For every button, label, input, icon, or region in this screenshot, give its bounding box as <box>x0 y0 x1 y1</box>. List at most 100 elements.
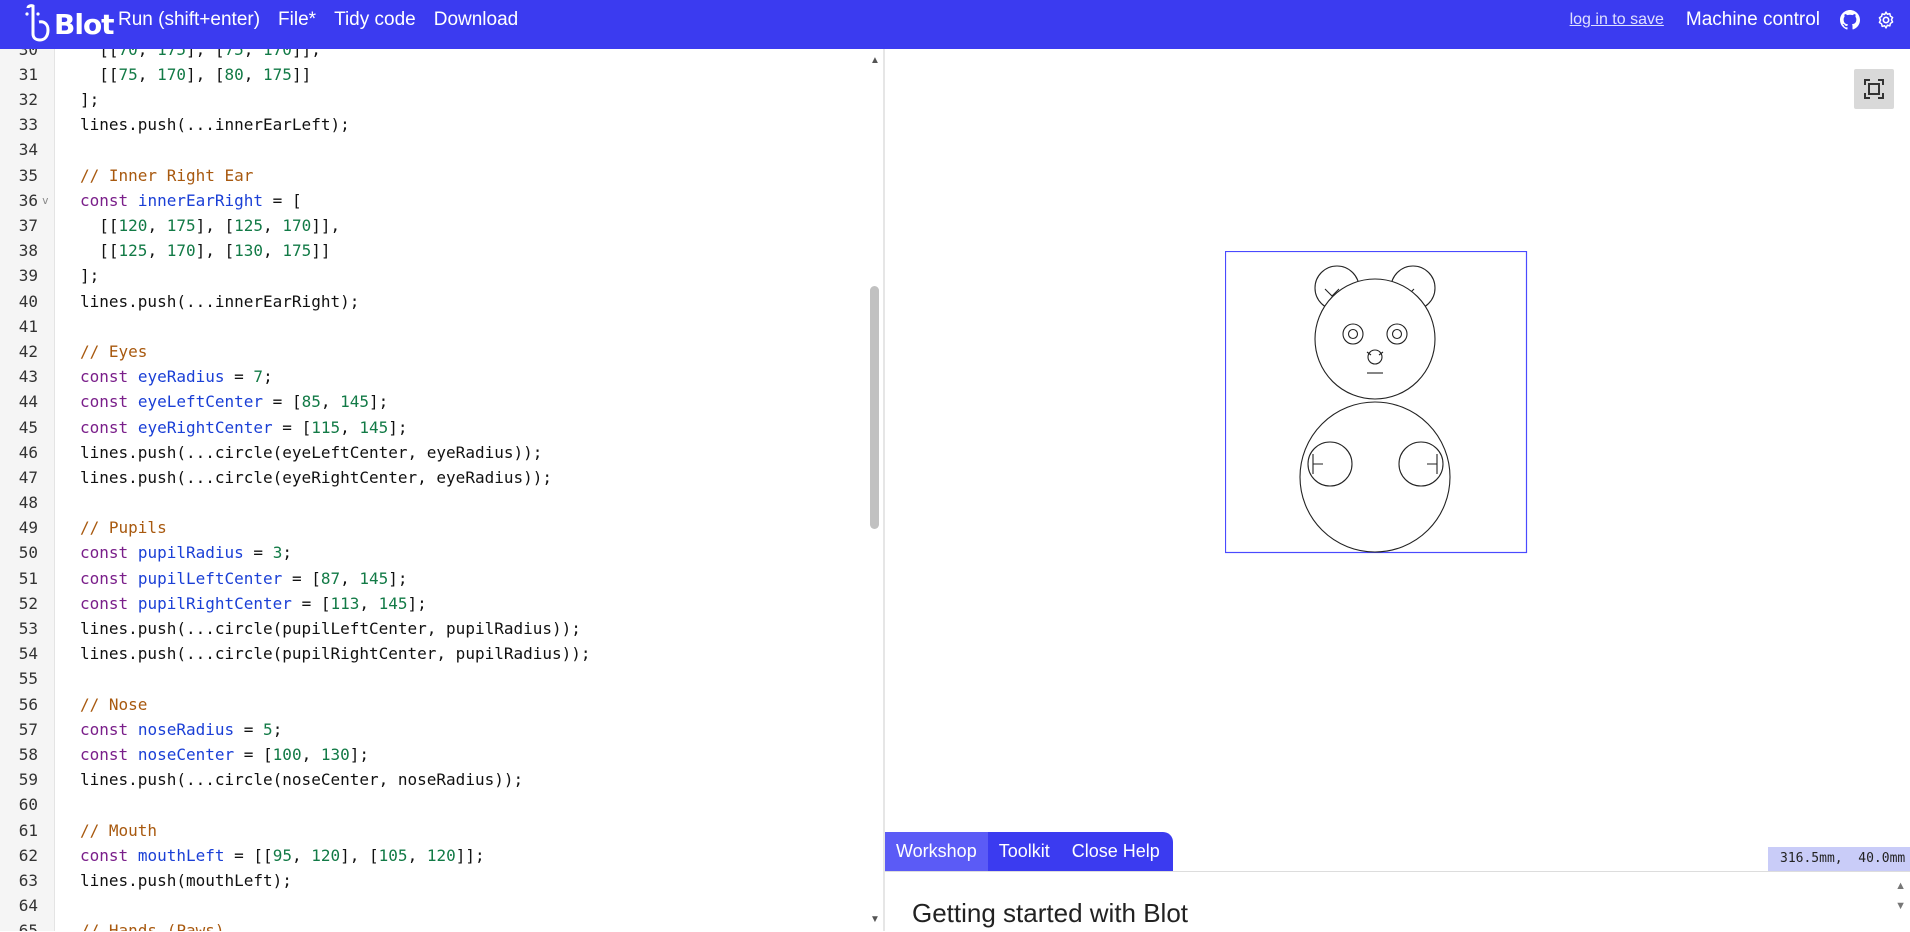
right-menu: log in to save Machine control <box>1570 0 1910 40</box>
line-number: 39 <box>18 266 38 286</box>
line-number: 46 <box>18 442 38 462</box>
code-line[interactable]: 40 lines.push(...innerEarRight); <box>0 288 866 313</box>
code-line[interactable]: 53 lines.push(...circle(pupilLeftCenter, … <box>0 616 866 641</box>
code-line[interactable]: 39]; <box>0 263 866 288</box>
line-number: 37 <box>18 216 38 236</box>
fold-chevron-icon[interactable]: v <box>42 194 49 207</box>
main-menu: Run (shift+enter) File* Tidy code Downlo… <box>118 0 536 40</box>
fullscreen-icon[interactable] <box>1854 69 1894 109</box>
cursor-coordinates: 316.5mm, 40.0mm <box>1768 847 1910 871</box>
github-icon[interactable] <box>1838 8 1862 32</box>
code-line[interactable]: 63 lines.push(mouthLeft); <box>0 868 866 893</box>
code-line[interactable]: 62 const mouthLeft = [[95, 120], [105, 12… <box>0 843 866 868</box>
logo-text: Blot <box>54 7 115 41</box>
code-line[interactable]: 32]; <box>0 87 866 112</box>
tab-toolkit[interactable]: Toolkit <box>988 832 1061 871</box>
code-line[interactable]: 33 lines.push(...innerEarLeft); <box>0 112 866 137</box>
code-line[interactable]: 43 const eyeRadius = 7; <box>0 364 866 389</box>
code-line[interactable]: 42 // Eyes <box>0 339 866 364</box>
code-line[interactable]: 30 [[70, 175], [75, 170]], <box>0 49 866 62</box>
code-text: const eyeRadius = 7; <box>80 367 273 387</box>
line-number: 38 <box>18 241 38 261</box>
code-line[interactable]: 44 const eyeLeftCenter = [85, 145]; <box>0 389 866 414</box>
code-text: lines.push(mouthLeft); <box>80 870 292 890</box>
file-menu[interactable]: File* <box>278 9 316 31</box>
download-button[interactable]: Download <box>434 9 519 31</box>
blot-logo[interactable]: Blot <box>22 2 115 46</box>
scroll-down-arrow-icon[interactable]: ▼ <box>870 914 880 925</box>
help-tabs: Workshop Toolkit Close Help <box>885 832 1173 871</box>
code-line[interactable]: 64 <box>0 893 866 918</box>
code-line[interactable]: 54 lines.push(...circle(pupilRightCenter,… <box>0 641 866 666</box>
line-number: 61 <box>18 820 38 840</box>
code-text: ]; <box>80 266 100 286</box>
code-text: lines.push(...circle(noseCenter, noseRad… <box>80 770 524 790</box>
drawing-canvas[interactable] <box>1225 251 1529 555</box>
code-text: const pupilRadius = 3; <box>80 543 292 563</box>
code-line[interactable]: 58 const noseCenter = [100, 130]; <box>0 742 866 767</box>
code-text: const noseRadius = 5; <box>80 719 283 739</box>
machine-control-button[interactable]: Machine control <box>1686 9 1820 31</box>
code-line[interactable]: 31 [[75, 170], [80, 175]] <box>0 62 866 87</box>
code-text: lines.push(...innerEarLeft); <box>80 115 350 135</box>
code-line[interactable]: 34 <box>0 137 866 162</box>
code-text: [[70, 175], [75, 170]], <box>80 49 321 59</box>
code-line[interactable]: 37 [[120, 175], [125, 170]], <box>0 213 866 238</box>
line-number: 47 <box>18 467 38 487</box>
code-line[interactable]: 59 lines.push(...circle(noseCenter, noseR… <box>0 767 866 792</box>
code-line[interactable]: 57 const noseRadius = 5; <box>0 717 866 742</box>
code-lines[interactable]: 30 [[70, 175], [75, 170]], 31 [[75, 170],… <box>0 49 866 931</box>
line-number: 49 <box>18 518 38 538</box>
line-number: 34 <box>18 140 38 160</box>
line-number: 44 <box>18 392 38 412</box>
login-link[interactable]: log in to save <box>1570 11 1664 29</box>
code-line[interactable]: 65 // Hands (Paws) <box>0 918 866 931</box>
tidy-code-button[interactable]: Tidy code <box>334 9 416 31</box>
code-line[interactable]: 61 // Mouth <box>0 817 866 842</box>
code-line[interactable]: 56 // Nose <box>0 691 866 716</box>
code-line[interactable]: 36 v const innerEarRight = [ <box>0 188 866 213</box>
line-number: 51 <box>18 568 38 588</box>
code-editor[interactable]: 30 [[70, 175], [75, 170]], 31 [[75, 170],… <box>0 49 883 931</box>
code-text: // Inner Right Ear <box>80 165 254 185</box>
code-line[interactable]: 49 // Pupils <box>0 515 866 540</box>
line-number: 64 <box>18 896 38 916</box>
code-line[interactable]: 60 <box>0 792 866 817</box>
help-scroll-up-icon[interactable]: ▲ <box>1895 880 1906 892</box>
code-line[interactable]: 35 // Inner Right Ear <box>0 163 866 188</box>
line-number: 40 <box>18 291 38 311</box>
code-line[interactable]: 47 lines.push(...circle(eyeRightCenter, e… <box>0 465 866 490</box>
tab-workshop[interactable]: Workshop <box>885 832 988 871</box>
code-text: lines.push(...circle(eyeRightCenter, eye… <box>80 467 553 487</box>
line-number: 33 <box>18 115 38 135</box>
scroll-up-arrow-icon[interactable]: ▲ <box>870 55 880 66</box>
code-line[interactable]: 38 [[125, 170], [130, 175]] <box>0 238 866 263</box>
editor-scrollbar[interactable]: ▲ ▼ <box>866 49 883 931</box>
drawing-viewer[interactable]: 316.5mm, 40.0mm Workshop Toolkit Close H… <box>885 49 1910 932</box>
code-text: // Mouth <box>80 820 158 840</box>
code-text: const eyeRightCenter = [115, 145]; <box>80 417 408 437</box>
gear-icon[interactable] <box>1874 8 1898 32</box>
scrollbar-thumb[interactable] <box>870 286 879 529</box>
code-line[interactable]: 48 <box>0 490 866 515</box>
code-line[interactable]: 46 lines.push(...circle(eyeLeftCenter, ey… <box>0 440 866 465</box>
code-line[interactable]: 51 const pupilLeftCenter = [87, 145]; <box>0 566 866 591</box>
code-line[interactable]: 45 const eyeRightCenter = [115, 145]; <box>0 414 866 439</box>
code-line[interactable]: 55 <box>0 666 866 691</box>
code-text: const pupilRightCenter = [113, 145]; <box>80 593 427 613</box>
code-text: // Pupils <box>80 518 167 538</box>
line-number: 56 <box>18 694 38 714</box>
left-paw-mark <box>1312 454 1323 474</box>
run-button[interactable]: Run (shift+enter) <box>118 9 260 31</box>
line-number: 58 <box>18 744 38 764</box>
line-number: 36 v <box>18 190 49 210</box>
head <box>1314 278 1436 400</box>
code-line[interactable]: 52 const pupilRightCenter = [113, 145]; <box>0 591 866 616</box>
help-scroll-down-icon[interactable]: ▼ <box>1895 900 1906 912</box>
code-text: const eyeLeftCenter = [85, 145]; <box>80 392 389 412</box>
line-number: 32 <box>18 90 38 110</box>
code-line[interactable]: 41 <box>0 314 866 339</box>
close-help-button[interactable]: Close Help <box>1061 832 1171 871</box>
code-line[interactable]: 50 const pupilRadius = 3; <box>0 540 866 565</box>
code-text: const noseCenter = [100, 130]; <box>80 744 370 764</box>
